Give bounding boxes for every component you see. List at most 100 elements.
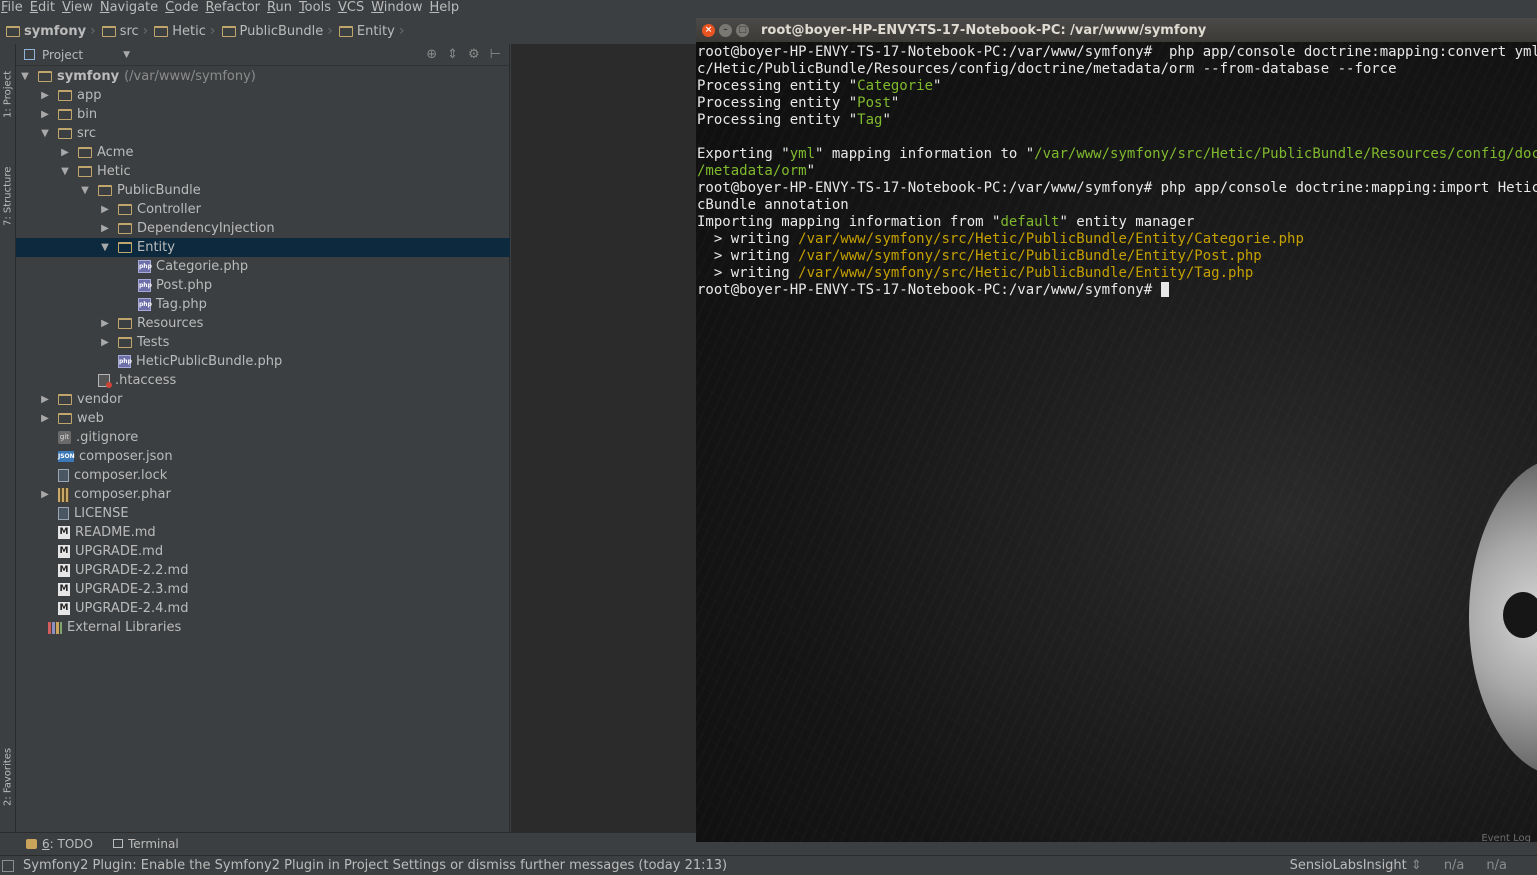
tab-structure[interactable]: 7: Structure [0,156,16,236]
tree-item-external-libraries[interactable]: External Libraries [16,618,510,637]
menu-view[interactable]: View [61,0,99,16]
collapsed-arrow-icon[interactable]: ▶ [38,413,52,424]
tree-item-license[interactable]: LICENSE [16,504,510,523]
terminal-line: /metadata/orm" [697,163,1537,180]
menu-code[interactable]: Code [164,0,204,16]
tree-item-symfony[interactable]: ▼ symfony (/var/www/symfony) [16,67,510,86]
menu-window[interactable]: Window [370,0,428,16]
menu-file[interactable]: File [0,0,29,16]
tab-project[interactable]: 1: Project [0,58,16,130]
breadcrumb-item-symfony[interactable]: symfony [4,20,90,42]
php-file-icon: php [138,260,152,273]
tree-item-composer-json[interactable]: JSON composer.json [16,447,510,466]
folder-icon [154,25,169,37]
terminal-text: /var/www/symfony/src/Hetic/PublicBundle/… [798,265,1254,281]
collapsed-arrow-icon[interactable]: ▶ [98,223,112,234]
scroll-from-source-icon[interactable]: ⊕ [426,47,437,62]
collapse-all-icon[interactable]: ⇕ [447,47,458,62]
menu-vcs[interactable]: VCS [337,0,370,16]
tree-item-label: LICENSE [74,506,129,521]
expanded-arrow-icon[interactable]: ▼ [98,242,112,253]
status-toggle-icon[interactable] [2,859,14,872]
tree-item-readme-md[interactable]: M README.md [16,523,510,542]
tree-item-composer-lock[interactable]: composer.lock [16,466,510,485]
collapsed-arrow-icon[interactable]: ▶ [58,147,72,158]
json-file-icon: JSON [58,451,75,462]
collapsed-arrow-icon[interactable]: ▶ [38,394,52,405]
tree-item-heticpublicbundle-php[interactable]: php HeticPublicBundle.php [16,352,510,371]
event-log-label[interactable]: Event Log [1481,833,1531,842]
tree-item-label: Tag.php [156,297,207,312]
menu-help[interactable]: Help [429,0,466,16]
tree-item-controller[interactable]: ▶ Controller [16,200,510,219]
tree-item-hetic[interactable]: ▼ Hetic [16,162,510,181]
tab-terminal[interactable]: Terminal [112,837,179,851]
status-message[interactable]: Symfony2 Plugin: Enable the Symfony2 Plu… [23,858,727,873]
menu-run[interactable]: Run [266,0,298,16]
tree-item-tests[interactable]: ▶ Tests [16,333,510,352]
terminal-text: root@boyer-HP-ENVY-TS-17-Notebook-PC:/va… [697,180,1537,196]
breadcrumb-item-src[interactable]: src [100,20,143,42]
tree-item-upgrade-2-4-md[interactable]: M UPGRADE-2.4.md [16,599,510,618]
close-icon[interactable]: × [702,23,715,37]
tab-todo[interactable]: 6: TODO [26,837,93,851]
folder-icon [58,128,72,139]
chevron-down-icon[interactable]: ▼ [123,50,130,60]
tree-item-label: Resources [137,316,204,331]
tree-item-web[interactable]: ▶ web [16,409,510,428]
menu-edit[interactable]: Edit [29,0,61,16]
tree-item-upgrade-md[interactable]: M UPGRADE.md [16,542,510,561]
tree-item-acme[interactable]: ▶ Acme [16,143,510,162]
terminal-text: cBundle annotation [697,197,849,213]
tree-item-post-php[interactable]: php Post.php [16,276,510,295]
tree-item-label: Controller [137,202,201,217]
tree-item-app[interactable]: ▶ app [16,86,510,105]
expanded-arrow-icon[interactable]: ▼ [58,166,72,177]
library-icon [48,621,62,634]
tree-item-dependencyinjection[interactable]: ▶ DependencyInjection [16,219,510,238]
tree-item-gitignore[interactable]: git .gitignore [16,428,510,447]
minimize-icon[interactable]: – [719,23,732,37]
collapsed-arrow-icon[interactable]: ▶ [38,90,52,101]
tree-item-label: HeticPublicBundle.php [136,354,283,369]
hide-panel-icon[interactable]: ⊢ [490,47,501,62]
menu-navigate[interactable]: Navigate [99,0,164,16]
tree-item-categorie-php[interactable]: php Categorie.php [16,257,510,276]
sensiolabs-insight-widget[interactable]: SensioLabsInsight ⇕ [1290,858,1422,873]
tree-item-label: Post.php [156,278,213,293]
tree-item-htaccess[interactable]: .htaccess [16,371,510,390]
breadcrumb-item-publicbundle[interactable]: PublicBundle [220,20,328,42]
tab-favorites[interactable]: 2: Favorites [0,742,16,812]
tree-item-entity[interactable]: ▼ Entity [16,238,510,257]
tree-item-resources[interactable]: ▶ Resources [16,314,510,333]
breadcrumb-item-hetic[interactable]: Hetic [152,20,210,42]
terminal-body[interactable]: root@boyer-HP-ENVY-TS-17-Notebook-PC:/va… [696,42,1537,842]
menu-refactor[interactable]: Refactor [204,0,266,16]
tree-item-vendor[interactable]: ▶ vendor [16,390,510,409]
gear-icon[interactable]: ⚙ [468,47,480,62]
expanded-arrow-icon[interactable]: ▼ [18,71,32,82]
tree-item-publicbundle[interactable]: ▼ PublicBundle [16,181,510,200]
collapsed-arrow-icon[interactable]: ▶ [98,204,112,215]
collapsed-arrow-icon[interactable]: ▶ [98,318,112,329]
collapsed-arrow-icon[interactable]: ▶ [38,109,52,120]
markdown-file-icon: M [58,602,70,615]
editor-area [511,44,696,832]
tree-item-tag-php[interactable]: php Tag.php [16,295,510,314]
collapsed-arrow-icon[interactable]: ▶ [38,489,52,500]
tree-item-upgrade-2-3-md[interactable]: M UPGRADE-2.3.md [16,580,510,599]
maximize-icon[interactable]: □ [736,23,749,37]
expanded-arrow-icon[interactable]: ▼ [78,185,92,196]
tree-item-bin[interactable]: ▶ bin [16,105,510,124]
terminal-text: " [882,112,891,128]
project-view-selector[interactable]: Project [42,48,83,62]
tree-item-composer-phar[interactable]: ▶ composer.phar [16,485,510,504]
tree-item-src[interactable]: ▼ src [16,124,510,143]
breadcrumb-item-entity[interactable]: Entity [337,20,399,42]
expanded-arrow-icon[interactable]: ▼ [38,128,52,139]
collapsed-arrow-icon[interactable]: ▶ [98,337,112,348]
menu-tools[interactable]: Tools [298,0,337,16]
tree-item-upgrade-2-2-md[interactable]: M UPGRADE-2.2.md [16,561,510,580]
tree-item-label: src [77,126,96,141]
folder-icon [78,147,92,158]
